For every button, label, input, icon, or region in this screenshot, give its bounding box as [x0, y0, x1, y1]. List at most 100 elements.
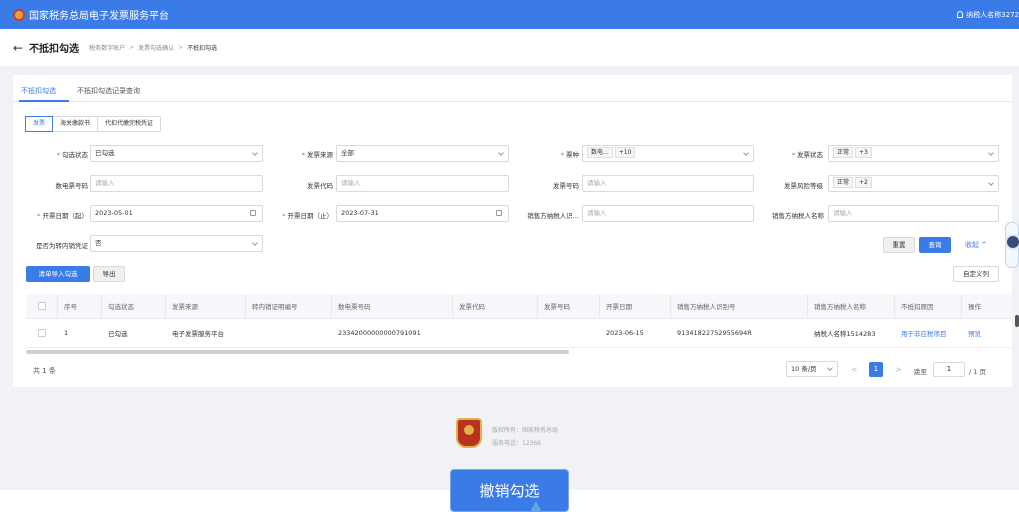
tab-no-deduct-check[interactable]: 不抵扣勾选 [21, 86, 56, 96]
horizontal-scrollbar[interactable] [26, 350, 569, 354]
col-issue-date: 开票日期 [600, 294, 671, 318]
calendar-icon [250, 210, 256, 216]
chevron-down-icon [988, 150, 994, 156]
export-button[interactable]: 导出 [93, 266, 125, 282]
user-menu[interactable]: 纳税人名称3272 [957, 10, 1019, 20]
active-tab-indicator [19, 100, 69, 102]
col-seller-name: 销售方纳税人名称 [808, 294, 895, 318]
invoice-code-input[interactable]: 请输入 [336, 175, 509, 192]
prev-page-button[interactable]: < [851, 365, 858, 374]
col-index: 序号 [58, 294, 102, 318]
collapse-filters-link[interactable]: 收起 ^ [965, 240, 987, 250]
chevron-down-icon [988, 180, 994, 186]
digital-invoice-no-input[interactable]: 请输入 [90, 175, 263, 192]
col-no-deduct-reason: 不抵扣原因 [895, 294, 962, 318]
subtab-customs-bill[interactable]: 海关缴款书 [52, 116, 99, 132]
cell-issue-date: 2023-06-15 [606, 329, 644, 337]
more-tag: +3 [855, 147, 872, 158]
col-source: 发票来源 [166, 294, 246, 318]
tab-check-records[interactable]: 不抵扣勾选记录查询 [77, 86, 140, 96]
seller-tax-id-label: 销售方纳税人识... [527, 212, 579, 220]
user-icon [957, 11, 964, 18]
col-digital-no: 数电票号码 [332, 294, 453, 318]
invoice-number-input[interactable]: 请输入 [582, 175, 754, 192]
page-size-select[interactable]: 10 条/页 [786, 361, 838, 377]
select-all-checkbox[interactable] [37, 302, 46, 310]
next-page-button[interactable]: > [895, 365, 902, 374]
user-name: 纳税人名称3272 [966, 11, 1019, 19]
date-end-picker[interactable]: 2023-07-31 [336, 205, 509, 222]
cell-check-status: 已勾选 [108, 330, 128, 338]
cell-source: 电子发票服务平台 [172, 330, 224, 338]
cell-invoice-code [453, 319, 538, 347]
page-1-button[interactable]: 1 [869, 362, 883, 377]
date-start-picker[interactable]: 2023-05-01 [90, 205, 263, 222]
tax-emblem-icon [13, 8, 25, 21]
footer-hotline: 服务电话：12366 [492, 440, 542, 447]
cell-digital-no: 23342000000000791091 [338, 329, 421, 337]
cell-seller-tax-id: 91341822752955694R [677, 329, 752, 337]
invoice-source-label: * 发票来源 [301, 151, 333, 159]
selected-tag: 正常 [833, 177, 854, 188]
col-invoice-code: 发票代码 [453, 294, 538, 318]
more-tag: +2 [855, 177, 872, 188]
col-check-status: 勾选状态 [102, 294, 166, 318]
breadcrumb-separator: > [178, 44, 184, 51]
query-button[interactable]: 查询 [919, 237, 951, 253]
invoice-type-select[interactable]: 数电... +10 [582, 145, 754, 162]
digital-invoice-no-label: 数电票号码 [55, 182, 89, 190]
header-bar: ← 不抵扣勾选 税务数字账户 > 发票勾选确认 > 不抵扣勾选 [0, 29, 1019, 66]
risk-level-label: 发票风险等级 [784, 182, 823, 190]
tab-bar: 不抵扣勾选 不抵扣勾选记录查询 [13, 75, 1012, 102]
chevron-down-icon [743, 150, 749, 156]
back-arrow-icon[interactable]: ← [13, 41, 23, 55]
chevron-down-icon [498, 150, 504, 156]
seller-name-input[interactable]: 请输入 [828, 205, 999, 222]
chevron-down-icon [827, 365, 833, 371]
subtab-invoice[interactable]: 发票 [25, 116, 54, 132]
chevron-down-icon [252, 240, 258, 246]
check-status-select[interactable]: 已勾选 [90, 145, 263, 162]
invoice-code-label: 发票代码 [307, 182, 333, 190]
page-scrollbar[interactable] [1015, 315, 1019, 327]
no-deduct-reason-link[interactable]: 用于非应税项目 [901, 328, 947, 338]
assistant-avatar-icon [1005, 234, 1019, 250]
chevron-down-icon [252, 150, 258, 156]
import-check-button[interactable]: 清单导入勾选 [26, 266, 90, 282]
check-status-label: * 勾选状态 [56, 151, 88, 159]
breadcrumb-separator: > [129, 44, 135, 51]
reset-button[interactable]: 重置 [883, 237, 915, 253]
seller-tax-id-input[interactable]: 请输入 [582, 205, 754, 222]
col-actions: 操作 [968, 303, 981, 311]
assistant-mascot[interactable] [1005, 222, 1019, 270]
subtab-withholding-certificate[interactable]: 代扣代缴完税凭证 [97, 116, 162, 132]
cell-transfer-no [246, 319, 332, 347]
breadcrumb-item-account[interactable]: 税务数字账户 [89, 43, 125, 52]
custom-columns-button[interactable]: 自定义列 [953, 266, 999, 282]
cell-actions: 预览 [962, 319, 1012, 347]
row-checkbox[interactable] [38, 329, 46, 337]
cell-index: 1 [64, 329, 69, 337]
calendar-icon [496, 210, 502, 216]
breadcrumb-item-confirm[interactable]: 发票勾选确认 [138, 43, 174, 52]
col-seller-tax-id: 销售方纳税人识别号 [671, 294, 808, 318]
transfer-voucher-select[interactable]: 否 [90, 235, 263, 252]
risk-level-select[interactable]: 正常 +2 [828, 175, 999, 192]
mouse-cursor-icon [530, 501, 542, 512]
goto-page-input[interactable]: 1 [933, 362, 965, 377]
breadcrumb-item-current: 不抵扣勾选 [187, 45, 218, 52]
invoice-status-select[interactable]: 正常 +3 [828, 145, 999, 162]
cell-invoice-number [538, 319, 600, 347]
date-end-label: * 开票日期（止） [282, 212, 333, 220]
selected-tag: 数电... [587, 147, 613, 158]
selected-tag: 正常 [833, 147, 854, 158]
page-title: 不抵扣勾选 [29, 44, 80, 55]
preview-link[interactable]: 预览 [968, 328, 981, 338]
footer-copyright: 版权所有：国家税务总局 [492, 427, 559, 434]
voucher-type-tabs: 发票 海关缴款书 代扣代缴完税凭证 [25, 116, 162, 132]
invoice-source-select[interactable]: 全部 [336, 145, 509, 162]
more-tag: +10 [614, 147, 636, 158]
cancel-check-button[interactable]: 撤销勾选 [450, 469, 569, 512]
invoice-status-label: * 发票状态 [791, 151, 823, 159]
cell-seller-name: 纳税人名称1514283 [814, 330, 876, 338]
